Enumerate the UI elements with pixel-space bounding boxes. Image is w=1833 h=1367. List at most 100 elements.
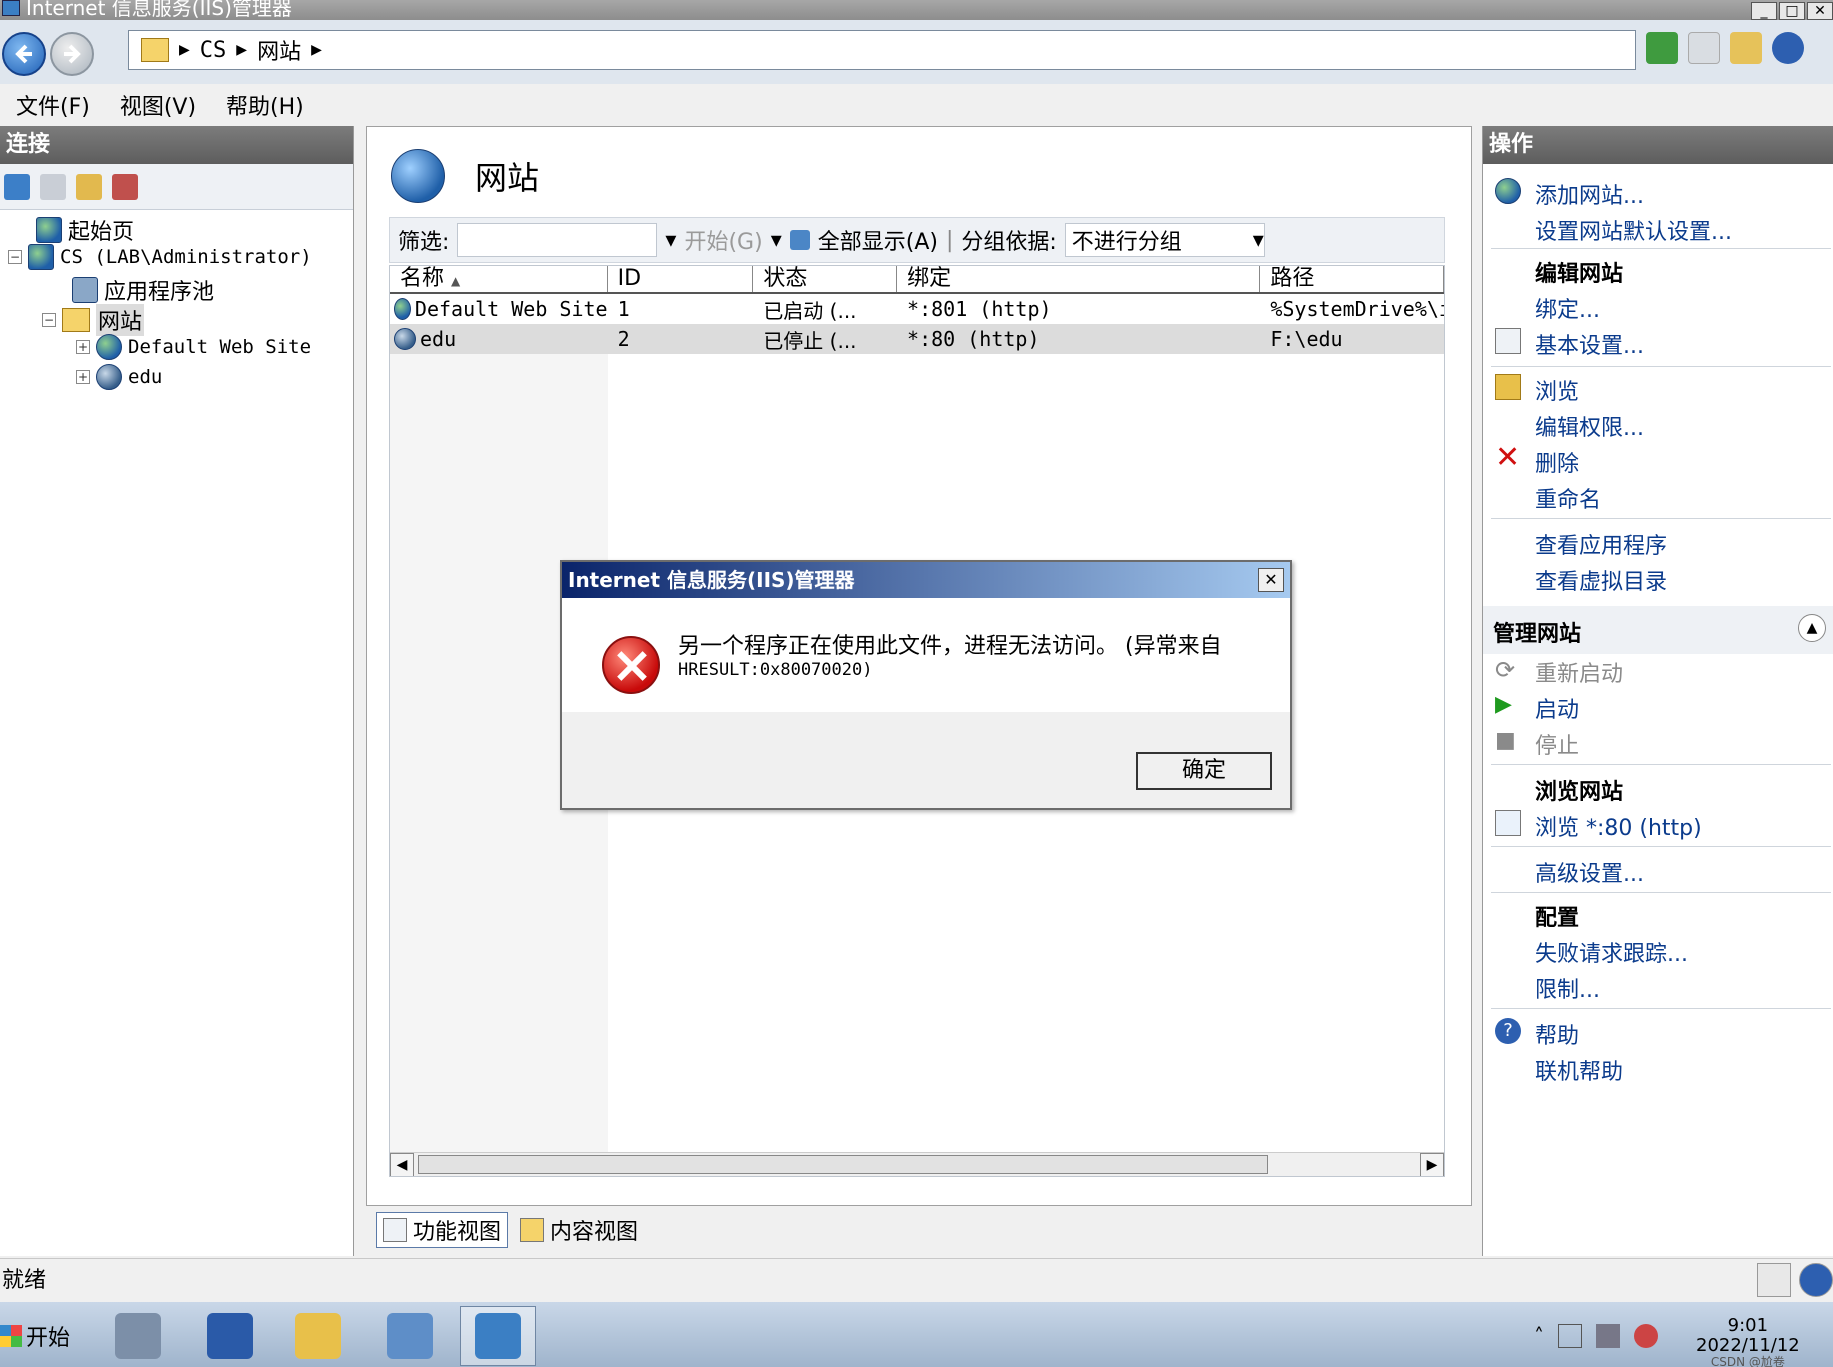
close-button[interactable]: ✕ xyxy=(1807,2,1833,20)
disconnect-icon[interactable] xyxy=(112,173,138,200)
page-header: 网站 xyxy=(391,149,539,203)
refresh-icon[interactable] xyxy=(1646,32,1678,64)
collapse-up-icon[interactable]: ▲ xyxy=(1798,614,1826,642)
tree-app-pools[interactable]: 应用程序池 xyxy=(72,274,214,306)
clock[interactable]: 9:01 2022/11/12 CSDN @尬卷 xyxy=(1696,1316,1800,1367)
taskbar-server-manager[interactable] xyxy=(100,1306,176,1366)
table-row-selected[interactable]: edu 2 已停止 (... *:80 (http) F:\edu xyxy=(390,324,1444,354)
breadcrumb-sites[interactable]: 网站 xyxy=(257,34,301,66)
action-set-defaults[interactable]: 设置网站默认设置... xyxy=(1535,214,1732,246)
taskbar-powershell[interactable] xyxy=(192,1306,268,1366)
taskbar-explorer[interactable] xyxy=(280,1306,356,1366)
action-bindings[interactable]: 绑定... xyxy=(1535,292,1600,324)
group-by-select[interactable]: 不进行分组 ▾ xyxy=(1064,223,1265,257)
taskbar-control-panel[interactable] xyxy=(372,1306,448,1366)
action-online-help[interactable]: 联机帮助 xyxy=(1535,1054,1623,1086)
scroll-thumb[interactable] xyxy=(418,1155,1268,1174)
scroll-right-icon[interactable]: ▶ xyxy=(1420,1153,1444,1176)
windows-logo-icon xyxy=(0,1325,22,1347)
home-icon[interactable] xyxy=(1730,32,1762,64)
action-explore[interactable]: 浏览 xyxy=(1535,374,1579,406)
column-header-status[interactable]: 状态 xyxy=(753,266,898,292)
tree-sites[interactable]: − 网站 xyxy=(42,304,145,336)
taskbar-iis-manager[interactable] xyxy=(460,1306,536,1366)
tree-site-default[interactable]: + Default Web Site xyxy=(76,334,311,360)
scroll-left-icon[interactable]: ◀ xyxy=(390,1153,414,1176)
features-view-icon xyxy=(383,1218,407,1242)
action-browse-80[interactable]: 浏览 *:80 (http) xyxy=(1535,810,1702,842)
action-center-flag-icon[interactable] xyxy=(1558,1324,1582,1348)
network-icon[interactable] xyxy=(1596,1324,1620,1348)
menu-view[interactable]: 视图(V) xyxy=(120,89,196,121)
expand-icon[interactable]: + xyxy=(76,340,90,354)
content-view-icon xyxy=(520,1218,545,1242)
save-icon[interactable] xyxy=(40,173,66,200)
chevron-right-icon[interactable]: ▶ xyxy=(179,42,190,58)
action-help[interactable]: 帮助 xyxy=(1535,1018,1579,1050)
action-stop[interactable]: 停止 xyxy=(1535,728,1579,760)
table-row[interactable]: Default Web Site 1 已启动 (... *:801 (http)… xyxy=(390,294,1444,324)
connect-icon[interactable] xyxy=(4,173,30,200)
explore-folder-icon xyxy=(1495,374,1521,400)
action-edit-permissions[interactable]: 编辑权限... xyxy=(1535,410,1644,442)
chevron-right-icon[interactable]: ▶ xyxy=(311,42,322,58)
column-header-binding[interactable]: 绑定 xyxy=(897,266,1261,292)
ok-button[interactable]: 确定 xyxy=(1136,752,1272,790)
status-tools xyxy=(1757,1263,1833,1297)
globe-icon xyxy=(394,298,411,320)
up-folder-icon[interactable] xyxy=(76,173,102,200)
dialog-close-button[interactable]: ✕ xyxy=(1258,568,1284,592)
help-icon[interactable] xyxy=(1772,32,1804,64)
filter-input[interactable] xyxy=(457,223,658,257)
tab-features-view[interactable]: 功能视图 xyxy=(376,1212,509,1248)
address-bar[interactable]: ▶ CS ▶ 网站 ▶ xyxy=(128,30,1636,70)
menu-file[interactable]: 文件(F) xyxy=(16,89,90,121)
restart-icon: ⟳ xyxy=(1495,656,1516,684)
show-hidden-icons[interactable]: ˄ xyxy=(1534,1324,1544,1348)
help-icon: ? xyxy=(1495,1018,1521,1044)
expand-icon[interactable]: + xyxy=(76,370,90,384)
connections-header: 连接 xyxy=(0,126,353,164)
volume-muted-icon[interactable] xyxy=(1634,1324,1658,1348)
action-basic-settings[interactable]: 基本设置... xyxy=(1535,328,1644,360)
action-rename[interactable]: 重命名 xyxy=(1535,482,1601,514)
action-limits[interactable]: 限制... xyxy=(1535,972,1600,1004)
action-failed-request-tracing[interactable]: 失败请求跟踪... xyxy=(1535,936,1688,968)
back-button[interactable] xyxy=(2,32,46,76)
tab-content-view[interactable]: 内容视图 xyxy=(514,1212,644,1248)
tree-site-edu[interactable]: + edu xyxy=(76,364,162,390)
chevron-right-icon[interactable]: ▶ xyxy=(236,42,247,58)
collapse-icon[interactable]: − xyxy=(8,250,22,264)
action-delete[interactable]: 删除 xyxy=(1535,446,1579,478)
action-restart[interactable]: 重新启动 xyxy=(1535,656,1623,688)
browse-icon xyxy=(1495,810,1521,836)
go-button[interactable]: 开始(G) xyxy=(684,224,762,256)
action-advanced-settings[interactable]: 高级设置... xyxy=(1535,856,1644,888)
tree-start-page[interactable]: 起始页 xyxy=(36,214,134,246)
minimize-button[interactable]: _ xyxy=(1751,2,1777,20)
chevron-down-icon[interactable]: ▾ xyxy=(771,228,782,253)
menu-help[interactable]: 帮助(H) xyxy=(226,89,304,121)
breadcrumb-server[interactable]: CS xyxy=(200,38,227,63)
tree-server[interactable]: − CS (LAB\Administrator) xyxy=(8,244,312,270)
forward-button[interactable] xyxy=(50,32,94,76)
action-view-vdirs[interactable]: 查看虚拟目录 xyxy=(1535,564,1667,596)
column-header-name[interactable]: 名称 ▲ xyxy=(390,266,608,292)
collapse-icon[interactable]: − xyxy=(42,313,56,327)
action-view-apps[interactable]: 查看应用程序 xyxy=(1535,528,1667,560)
action-start[interactable]: 启动 xyxy=(1535,692,1579,724)
filter-dropdown-icon[interactable]: ▾ xyxy=(665,228,676,253)
print-icon[interactable] xyxy=(1757,1263,1791,1297)
stop-square-icon: ■ xyxy=(1495,728,1516,753)
horizontal-scrollbar[interactable]: ◀ ▶ xyxy=(390,1152,1444,1176)
stop-icon[interactable] xyxy=(1688,32,1720,64)
start-button[interactable]: 开始 xyxy=(0,1310,76,1362)
show-all-button[interactable]: 全部显示(A) xyxy=(818,224,938,256)
help-icon[interactable] xyxy=(1799,1263,1833,1297)
column-header-id[interactable]: ID xyxy=(608,266,754,292)
maximize-button[interactable]: □ xyxy=(1779,2,1805,20)
delete-x-icon: ✕ xyxy=(1495,440,1521,475)
action-add-site[interactable]: 添加网站... xyxy=(1535,178,1644,210)
error-dialog: Internet 信息服务(IIS)管理器 ✕ 另一个程序正在使用此文件，进程无… xyxy=(560,560,1292,810)
column-header-path[interactable]: 路径 xyxy=(1260,266,1444,292)
